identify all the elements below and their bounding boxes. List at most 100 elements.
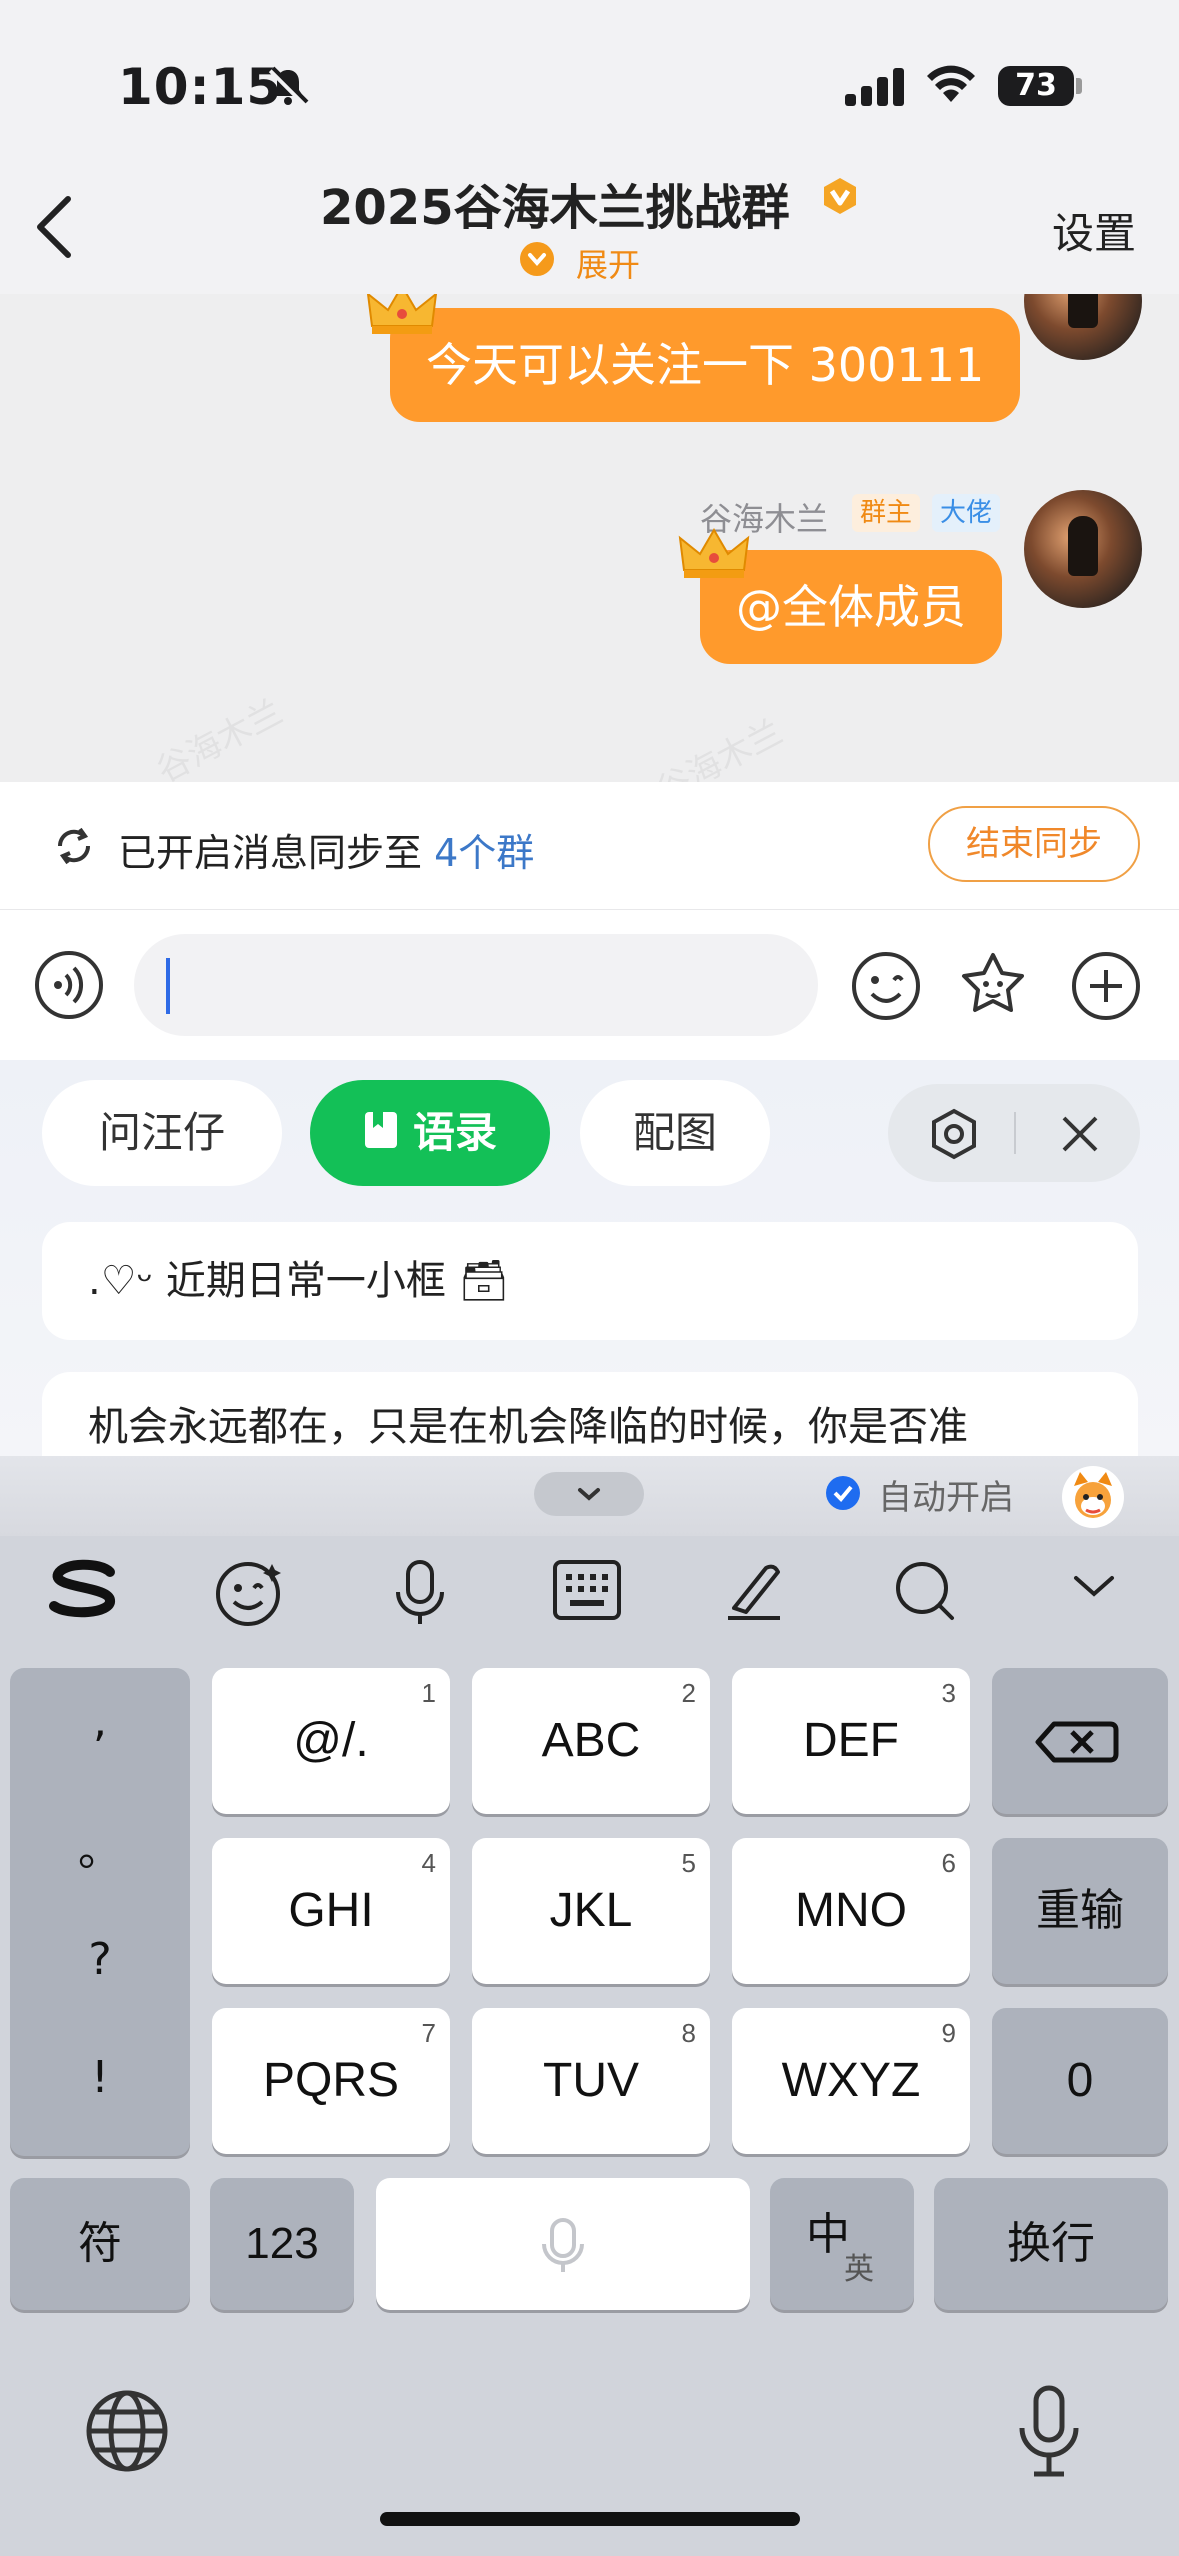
key-label: ABC	[541, 1714, 641, 1767]
close-icon[interactable]	[1054, 1108, 1106, 1160]
backspace-key[interactable]	[992, 1668, 1168, 1814]
owner-tag: 群主	[852, 494, 921, 532]
search-icon[interactable]	[892, 1558, 958, 1624]
panel-tools	[888, 1084, 1140, 1182]
sync-group-count[interactable]: 4个群	[434, 831, 534, 875]
crown-icon	[678, 526, 750, 586]
microphone-icon[interactable]	[390, 1558, 450, 1628]
message-input[interactable]	[134, 934, 818, 1036]
input-row	[0, 910, 1179, 1060]
punct-question-key[interactable]: ?	[10, 1934, 190, 1985]
end-sync-button[interactable]: 结束同步	[928, 806, 1140, 882]
handwriting-icon[interactable]	[722, 1558, 788, 1624]
suggestion-panel: 问汪仔 语录 配图 .♡ᵕ 近期日常一小框 🗃 机会永远都在，只是在机会降临的时…	[0, 1060, 1179, 1460]
verified-badge-icon	[820, 176, 860, 216]
key-label: JKL	[549, 1884, 633, 1937]
ask-wangzai-chip[interactable]: 问汪仔	[42, 1080, 282, 1186]
dictation-icon[interactable]	[1014, 2384, 1084, 2480]
key-7[interactable]: 7 PQRS	[212, 2008, 450, 2154]
bell-muted-icon	[265, 64, 311, 110]
key-number: 2	[681, 1678, 696, 1708]
group-title: 2025谷海木兰挑战群	[320, 180, 790, 236]
quote-card[interactable]: .♡ᵕ 近期日常一小框 🗃	[42, 1222, 1138, 1340]
punct-period-key[interactable]: 。	[10, 1814, 190, 1878]
chat-area: 谷海木兰 谷海木兰 谷海木兰 今天可以关注一下 300111 谷海木兰 群主 大…	[0, 294, 1179, 782]
key-label: WXYZ	[781, 2054, 921, 2107]
enter-key[interactable]: 换行	[934, 2178, 1168, 2310]
key-number: 6	[941, 1848, 956, 1878]
key-8[interactable]: 8 TUV	[472, 2008, 710, 2154]
voice-input-icon[interactable]	[34, 950, 104, 1020]
image-chip[interactable]: 配图	[580, 1080, 770, 1186]
sogou-logo-icon[interactable]	[44, 1558, 124, 1618]
key-9[interactable]: 9 WXYZ	[732, 2008, 970, 2154]
key-3[interactable]: 3 DEF	[732, 1668, 970, 1814]
bookmark-icon	[363, 1083, 399, 1189]
avatar[interactable]	[1024, 490, 1142, 608]
globe-icon[interactable]	[84, 2388, 170, 2474]
add-icon[interactable]	[1070, 950, 1142, 1022]
key-label: PQRS	[262, 2054, 400, 2107]
space-key[interactable]	[376, 2178, 750, 2310]
checkbox-checked-icon[interactable]	[826, 1476, 860, 1510]
text-cursor	[166, 958, 170, 1014]
key-number: 4	[421, 1848, 436, 1878]
key-1[interactable]: 1 @/.	[212, 1668, 450, 1814]
key-label: GHI	[288, 1884, 374, 1937]
chevron-down-icon[interactable]	[1072, 1572, 1116, 1602]
crown-icon	[366, 294, 438, 342]
vip-tag: 大佬	[932, 494, 1001, 532]
keyboard-icon[interactable]	[552, 1558, 622, 1622]
zero-key[interactable]: 0	[992, 2008, 1168, 2154]
quote-chip[interactable]: 语录	[310, 1080, 550, 1186]
key-number: 8	[681, 2018, 696, 2048]
battery-tip	[1076, 78, 1082, 94]
key-number: 3	[941, 1678, 956, 1708]
watermark: 谷海木兰	[650, 712, 790, 782]
numbers-key[interactable]: 123	[210, 2178, 354, 2310]
key-2[interactable]: 2 ABC	[472, 1668, 710, 1814]
hexagon-settings-icon[interactable]	[928, 1108, 980, 1160]
chevron-down-icon	[520, 242, 554, 276]
lang-switch-key[interactable]: 中 英	[770, 2178, 914, 2310]
sync-status: 已开启消息同步至 4个群	[118, 822, 534, 877]
watermark: 谷海木兰	[150, 692, 290, 782]
divider	[1014, 1112, 1016, 1154]
key-label: MNO	[795, 1884, 907, 1937]
avatar[interactable]	[1024, 294, 1142, 360]
emoji-icon[interactable]	[214, 1558, 284, 1628]
mascot-icon[interactable]	[1062, 1466, 1124, 1528]
auto-open-label: 自动开启	[878, 1478, 1014, 1518]
key-number: 9	[941, 2018, 956, 2048]
collapse-handle[interactable]	[534, 1472, 644, 1516]
punct-comma-key[interactable]: ,	[10, 1696, 190, 1747]
key-6[interactable]: 6 MNO	[732, 1838, 970, 1984]
home-indicator	[380, 2512, 800, 2526]
emoji-icon[interactable]	[850, 950, 922, 1022]
signal-icon	[845, 68, 907, 106]
key-4[interactable]: 4 GHI	[212, 1838, 450, 1984]
settings-button[interactable]: 设置	[1052, 200, 1136, 261]
sync-prefix: 已开启消息同步至	[118, 831, 423, 875]
battery-level: 73	[998, 66, 1074, 106]
lang-en-label: 英	[844, 2253, 874, 2286]
message-bubble[interactable]: 今天可以关注一下 300111	[390, 308, 1021, 422]
back-icon[interactable]	[32, 195, 76, 259]
key-number: 5	[681, 1848, 696, 1878]
wifi-icon	[925, 62, 977, 106]
punct-exclaim-key[interactable]: !	[10, 2052, 190, 2103]
keyboard-toolbar	[0, 1536, 1179, 1640]
quote-chip-label: 语录	[412, 1108, 497, 1157]
punctuation-column: , 。 ? !	[10, 1668, 190, 2156]
key-label: TUV	[543, 2054, 639, 2107]
key-number: 7	[421, 2018, 436, 2048]
expand-label: 展开	[576, 246, 641, 284]
sticker-icon[interactable]	[956, 950, 1030, 1022]
symbols-key[interactable]: 符	[10, 2178, 190, 2310]
reinput-key[interactable]: 重输	[992, 1838, 1168, 1984]
key-number: 1	[421, 1678, 436, 1708]
quote-card[interactable]: 机会永远都在，只是在机会降临的时候，你是否准	[42, 1372, 1138, 1460]
status-time: 10:15	[118, 58, 283, 116]
sync-icon	[52, 824, 96, 868]
key-5[interactable]: 5 JKL	[472, 1838, 710, 1984]
